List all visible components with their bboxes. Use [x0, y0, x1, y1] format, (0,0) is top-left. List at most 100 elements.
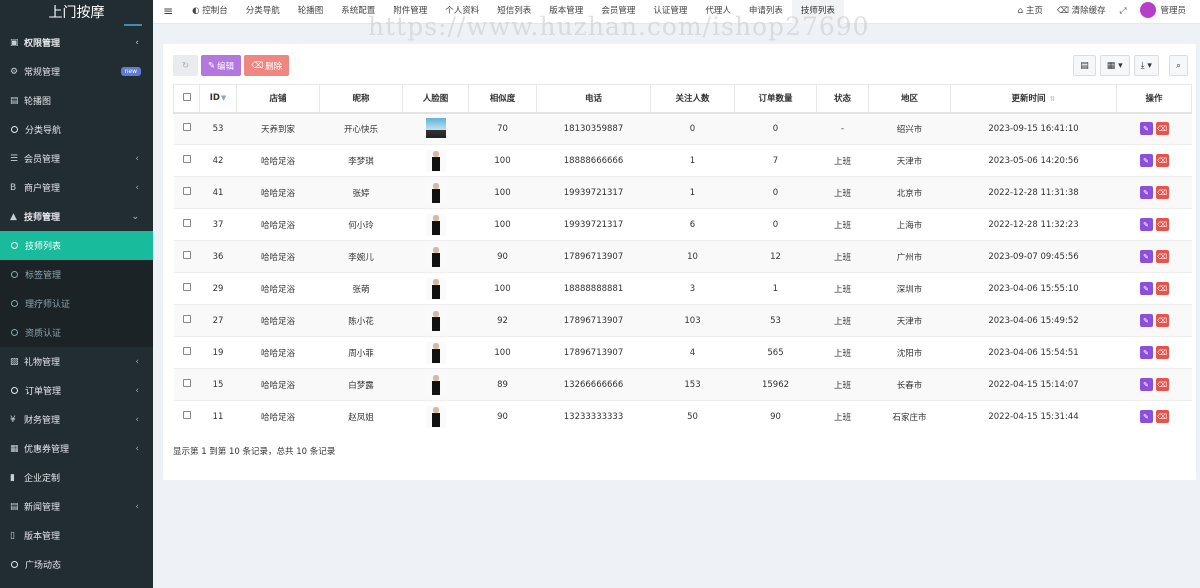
cell-face[interactable] [402, 112, 469, 145]
tab-9[interactable]: 认证管理 [644, 0, 696, 24]
table-row[interactable]: 41 哈哈足浴 张婷 100 19939721317 1 0 上班 北京市 2022-12-28 … [173, 176, 1192, 209]
delete-row-button[interactable]: ⌫ [1155, 314, 1169, 327]
column-header[interactable]: 地区 [868, 84, 951, 114]
refresh-button[interactable]: ↻ [173, 55, 198, 76]
column-header[interactable]: 店铺 [236, 84, 320, 114]
row-checkbox[interactable] [182, 411, 191, 420]
tab-0[interactable]: ◐ 控制台 [183, 0, 237, 24]
edit-row-button[interactable]: ✎ [1139, 410, 1153, 424]
delete-row-button[interactable]: ⌫ [1155, 378, 1169, 391]
edit-row-button[interactable]: ✎ [1139, 282, 1153, 295]
tab-10[interactable]: 代理人 [696, 0, 740, 24]
row-checkbox[interactable] [182, 315, 191, 323]
row-checkbox[interactable] [182, 379, 191, 387]
delete-row-button[interactable]: ⌫ [1155, 122, 1169, 136]
column-header[interactable]: 订单数量 [734, 84, 817, 114]
cell-face[interactable] [402, 272, 469, 305]
row-checkbox[interactable] [182, 155, 191, 163]
column-header[interactable]: 人脸图 [402, 84, 469, 114]
edit-button[interactable]: ✎ 编辑 [201, 55, 242, 76]
row-checkbox[interactable] [182, 347, 191, 355]
delete-row-button[interactable]: ⌫ [1155, 410, 1169, 424]
delete-button[interactable]: ⌫ 删除 [244, 55, 290, 76]
tab-2[interactable]: 轮播图 [289, 0, 333, 24]
table-row[interactable]: 42 哈哈足浴 李梦琪 100 18888666666 1 7 上班 天津市 2023-05-06… [173, 144, 1192, 177]
edit-row-button[interactable]: ✎ [1139, 314, 1153, 327]
column-header[interactable]: 关注人数 [650, 84, 735, 114]
row-checkbox[interactable] [182, 283, 191, 291]
sidebar-item-16[interactable]: ▤ 新闻管理 ‹ [0, 492, 153, 521]
face-image[interactable] [425, 341, 446, 364]
sidebar-item-11[interactable]: ▧ 礼物管理 ‹ [0, 347, 153, 376]
column-header[interactable]: 相似度 [468, 84, 537, 114]
edit-row-button[interactable]: ✎ [1139, 218, 1153, 231]
sidebar-item-14[interactable]: ▦ 优惠券管理 ‹ [0, 434, 153, 463]
tab-7[interactable]: 版本管理 [540, 0, 592, 24]
sidebar-item-5[interactable]: B 商户管理 ‹ [0, 173, 153, 202]
face-image[interactable] [425, 181, 446, 204]
sidebar-item-4[interactable]: ☰ 会员管理 ‹ [0, 144, 153, 173]
sidebar-item-3[interactable]: 分类导航 [0, 115, 153, 144]
edit-row-button[interactable]: ✎ [1139, 122, 1153, 136]
sidebar-item-6[interactable]: ▲ 技师管理 ⌄ [0, 202, 153, 231]
delete-row-button[interactable]: ⌫ [1155, 282, 1169, 295]
edit-row-button[interactable]: ✎ [1139, 154, 1153, 167]
face-image[interactable] [425, 213, 446, 236]
table-row[interactable]: 53 天养到家 开心快乐 70 18130359887 0 0- 绍兴市 2023-09-15 … [173, 112, 1192, 145]
sidebar-item-0[interactable]: ▣ 权限管理 ‹ [0, 28, 153, 57]
column-header[interactable]: 状态 [816, 84, 869, 114]
cell-face[interactable] [402, 240, 469, 273]
common-search-button[interactable]: ▤ [1073, 55, 1096, 76]
column-header[interactable] [173, 84, 200, 114]
tab-6[interactable]: 短信列表 [488, 0, 540, 24]
fullscreen-icon[interactable]: ⤢ [1113, 0, 1134, 24]
sidebar-item-8[interactable]: 标签管理 [0, 260, 153, 289]
table-row[interactable]: 37 哈哈足浴 何小玲 100 19939721317 6 0 上班 上海市 2022-12-28… [173, 208, 1192, 241]
admin-menu[interactable]: 管理员 [1133, 0, 1200, 24]
cell-face[interactable] [402, 400, 469, 433]
edit-row-button[interactable]: ✎ [1139, 346, 1153, 359]
tab-12[interactable]: 技师列表 [791, 0, 844, 24]
sidebar-item-12[interactable]: 订单管理 ‹ [0, 376, 153, 405]
row-checkbox[interactable] [182, 251, 191, 259]
sidebar-item-15[interactable]: ▮ 企业定制 [0, 463, 153, 492]
column-header[interactable]: 更新时间 ⇅ [950, 84, 1117, 114]
table-row[interactable]: 29 哈哈足浴 张萌 100 18888888881 3 1 上班 深圳市 2023-04-06 … [173, 272, 1192, 305]
face-image[interactable] [425, 373, 446, 396]
row-checkbox[interactable] [182, 123, 191, 132]
delete-row-button[interactable]: ⌫ [1155, 218, 1169, 231]
edit-row-button[interactable]: ✎ [1139, 250, 1153, 263]
app-logo[interactable]: 上门按摩 [0, 0, 153, 28]
delete-row-button[interactable]: ⌫ [1155, 186, 1169, 199]
row-checkbox[interactable] [182, 187, 191, 195]
tab-11[interactable]: 申请列表 [740, 0, 792, 24]
column-header[interactable]: 电话 [536, 84, 651, 114]
tab-5[interactable]: 个人资料 [436, 0, 488, 24]
delete-row-button[interactable]: ⌫ [1155, 250, 1169, 263]
face-image[interactable] [425, 277, 446, 300]
delete-row-button[interactable]: ⌫ [1155, 346, 1169, 359]
menu-toggle-icon[interactable]: ≡ [153, 0, 183, 24]
table-row[interactable]: 19 哈哈足浴 周小菲 100 17896713907 4 565 上班 沈阳市 2023-04-… [173, 336, 1192, 369]
table-row[interactable]: 11 哈哈足浴 赵凤姐 90 13233333333 50 90 上班 石家庄市 2022-04-… [173, 400, 1192, 433]
edit-row-button[interactable]: ✎ [1139, 378, 1153, 391]
face-image[interactable] [425, 117, 446, 140]
column-header[interactable]: 操作 [1116, 84, 1192, 114]
table-row[interactable]: 15 哈哈足浴 白梦露 89 13266666666 153 15962 上班 长春市 2022-… [173, 368, 1192, 401]
sidebar-item-17[interactable]: ▯ 版本管理 [0, 521, 153, 550]
sidebar-item-1[interactable]: ⚙ 常规管理 new [0, 57, 153, 86]
export-button[interactable]: ⤓ ▾ [1133, 55, 1159, 76]
tab-3[interactable]: 系统配置 [332, 0, 384, 24]
edit-row-button[interactable]: ✎ [1139, 186, 1153, 199]
face-image[interactable] [425, 245, 446, 268]
table-row[interactable]: 36 哈哈足浴 李婉儿 90 17896713907 10 12 上班 广州市 2023-09-0… [173, 240, 1192, 273]
face-image[interactable] [425, 309, 446, 332]
column-header[interactable]: ID▼ [199, 84, 237, 114]
sidebar-item-2[interactable]: ▤ 轮播图 [0, 86, 153, 115]
tab-8[interactable]: 会员管理 [592, 0, 644, 24]
sidebar-item-10[interactable]: 资质认证 [0, 318, 153, 347]
search-button[interactable]: ⌕ [1168, 55, 1188, 76]
cell-face[interactable] [402, 304, 469, 337]
row-checkbox[interactable] [182, 219, 191, 227]
sidebar-item-13[interactable]: ¥ 财务管理 ‹ [0, 405, 153, 434]
